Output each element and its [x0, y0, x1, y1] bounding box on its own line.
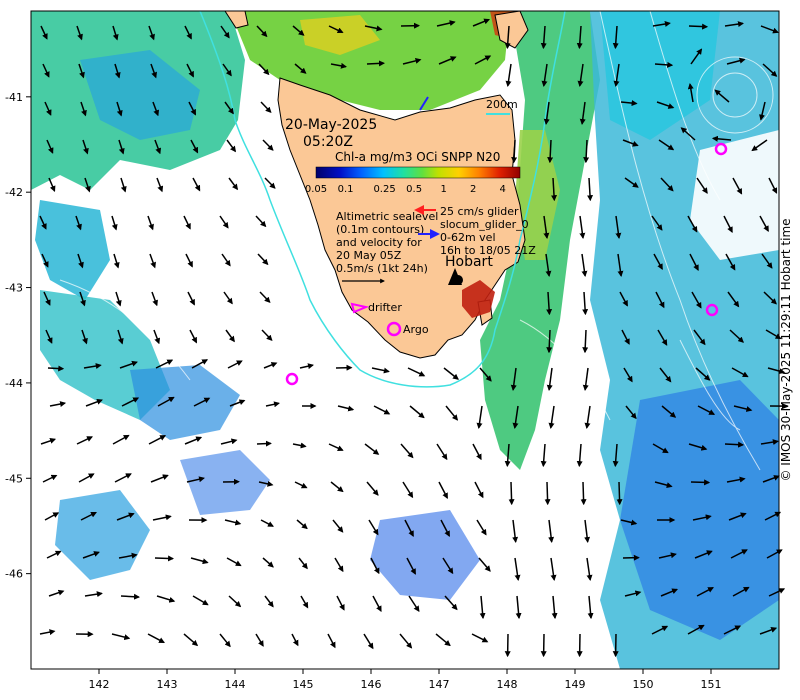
x-tick-label: 151	[701, 678, 722, 691]
y-tick-label: -42	[5, 186, 23, 199]
velocity-arrow	[580, 481, 587, 506]
velocity-arrow	[256, 440, 272, 447]
colorbar-tick-label: 0.1	[338, 184, 354, 195]
x-tick-label: 142	[89, 678, 110, 691]
altimetry-line-2: (0.1m contours)	[336, 223, 424, 236]
velocity-arrow	[690, 479, 711, 486]
chlorophyll-map: Hobart Argo drifter 20-May-2025 05:20Z 2…	[5, 10, 788, 691]
velocity-arrow	[724, 441, 745, 448]
velocity-arrow	[47, 365, 65, 372]
x-tick-label: 144	[225, 678, 246, 691]
velocity-arrow	[546, 329, 553, 354]
y-tick-label: -46	[5, 568, 23, 581]
copyright-text: © IMOS 30-May-2025 11:29:11 Hobart time	[779, 218, 793, 482]
colorbar	[315, 166, 521, 179]
hobart-dot	[453, 275, 463, 285]
y-axis-ticks: -41 -42 -43 -44 -45 -46	[5, 91, 31, 581]
glider-line-3: 0-62m vel	[440, 231, 496, 244]
velocity-arrow	[120, 593, 140, 600]
velocity-arrow	[154, 555, 175, 562]
drifter-label: drifter	[368, 301, 402, 314]
altimetry-line-1: Altimetric sealevel	[336, 210, 438, 223]
x-tick-label: 148	[497, 678, 518, 691]
y-tick-label: -45	[5, 472, 23, 485]
y-tick-label: -43	[5, 282, 23, 295]
x-tick-label: 146	[361, 678, 382, 691]
datetime-line2: 05:20Z	[303, 134, 353, 150]
velocity-arrow	[688, 23, 709, 30]
y-tick-label: -44	[5, 377, 23, 390]
glider-line-2: slocum_glider_0	[440, 218, 529, 231]
velocity-arrow	[616, 481, 623, 506]
colorbar-tick-label: 4	[500, 184, 506, 195]
altimetry-line-4: 20 May 05Z	[336, 249, 402, 262]
velocity-arrow	[582, 329, 589, 354]
x-tick-label: 149	[565, 678, 586, 691]
altimetry-line-3: and velocity for	[336, 236, 422, 249]
x-tick-label: 147	[429, 678, 450, 691]
x-axis-ticks: 142 143 144 145 146 147 148 149 150 151	[89, 669, 722, 691]
colorbar-title: Chl-a mg/m3 OCi SNPP N20	[335, 150, 500, 164]
glider-line-1: 25 cm/s glider	[440, 205, 519, 218]
colorbar-tick-label: 0.5	[406, 184, 422, 195]
datetime-line1: 20-May-2025	[285, 117, 377, 133]
x-tick-label: 145	[293, 678, 314, 691]
altimetry-line-5: 0.5m/s (1kt 24h)	[336, 262, 428, 275]
x-tick-label: 143	[157, 678, 178, 691]
velocity-arrow	[508, 481, 515, 506]
colorbar-tick-label: 2	[470, 184, 476, 195]
velocity-arrow	[544, 481, 551, 506]
glider-line-4: 16h to 18/05 21Z	[440, 244, 536, 257]
y-tick-label: -41	[5, 91, 23, 104]
colorbar-tick-label: 0.05	[305, 184, 327, 195]
x-tick-label: 150	[633, 678, 654, 691]
colorbar-tick-label: 1	[440, 184, 446, 195]
argo-label: Argo	[403, 323, 429, 336]
colorbar-tick-label: 0.25	[373, 184, 395, 195]
isobath-legend-label: 200m	[486, 98, 518, 111]
velocity-arrow	[366, 60, 385, 67]
